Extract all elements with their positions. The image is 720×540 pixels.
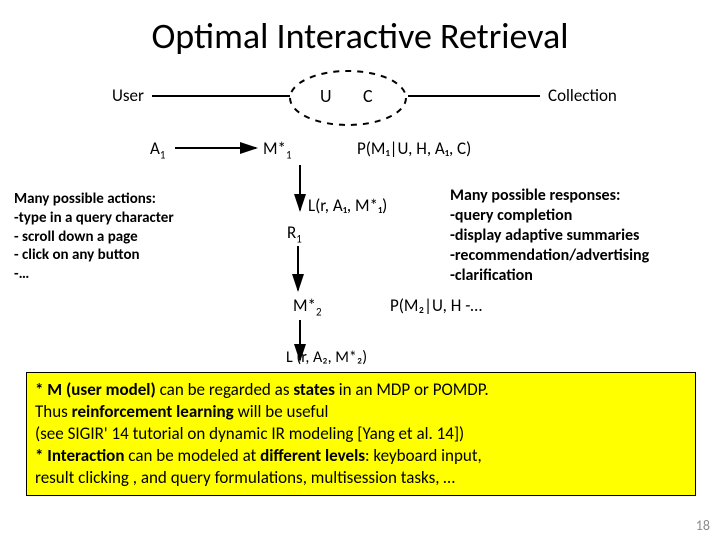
l1-label: L(r, A₁, M*₁) [308, 195, 387, 216]
note-line: * M (user model) can be regarded as stat… [35, 379, 687, 401]
note-box: * M (user model) can be regarded as stat… [26, 372, 696, 496]
slide-number: 18 [696, 517, 710, 534]
m1-label: M*1 [263, 138, 292, 161]
responses-box: Many possible responses: -query completi… [450, 186, 700, 286]
responses-heading: Many possible responses: [450, 186, 700, 206]
actions-heading: Many possible actions: [14, 190, 219, 209]
responses-item: -clarification [450, 266, 700, 286]
p2-label: P(M₂|U, H -… [390, 295, 482, 316]
actions-item: -… [14, 265, 219, 284]
user-label: User [112, 85, 144, 106]
node-c: C [363, 85, 373, 107]
actions-box: Many possible actions: -type in a query … [14, 190, 219, 284]
a1-label: A1 [150, 138, 165, 161]
collection-label: Collection [548, 85, 617, 106]
p1-label: P(M₁|U, H, A₁, C) [357, 138, 471, 159]
responses-item: -query completion [450, 206, 700, 226]
note-line: * Interaction can be modeled at differen… [35, 445, 687, 467]
actions-item: -type in a query character [14, 209, 219, 228]
r1-label: R1 [287, 222, 302, 245]
center-oval [290, 71, 406, 125]
slide: Optimal Interactive Retrieval User Colle… [0, 0, 720, 540]
m2-label: M*2 [293, 295, 322, 318]
note-line: result clicking , and query formulations… [35, 467, 687, 489]
responses-item: -display adaptive summaries [450, 226, 700, 246]
note-line: (see SIGIR' 14 tutorial on dynamic IR mo… [35, 423, 687, 445]
node-u: U [320, 85, 332, 107]
actions-item: - click on any button [14, 246, 219, 265]
actions-item: - scroll down a page [14, 228, 219, 247]
note-line: Thus reinforcement learning will be usef… [35, 401, 687, 423]
l2-label: L (r, A₂, M*₂) [286, 348, 367, 367]
responses-item: -recommendation/advertising [450, 246, 700, 266]
